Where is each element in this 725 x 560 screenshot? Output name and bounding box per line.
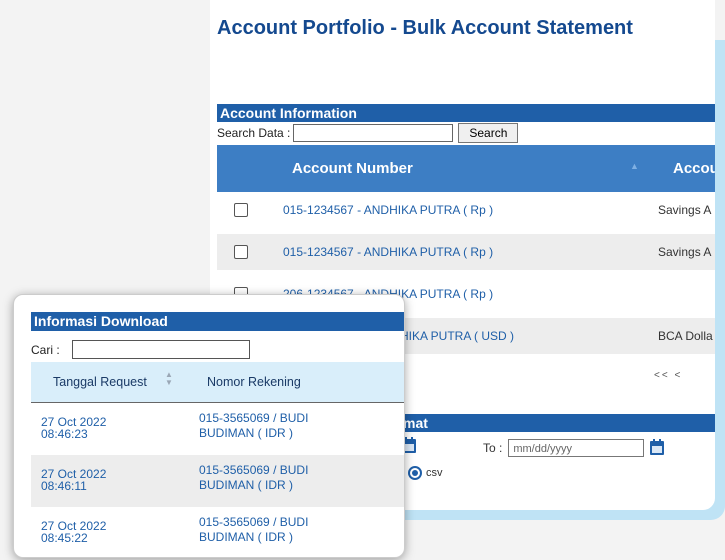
column-tanggal-request[interactable]: Tanggal Request [53, 375, 147, 389]
page-title: Account Portfolio - Bulk Account Stateme… [217, 17, 633, 39]
account-link[interactable]: 015-3565069 / BUDI BUDIMAN ( IDR ) [199, 411, 369, 441]
csv-radio[interactable] [408, 466, 422, 480]
account-number-link[interactable]: HIKA PUTRA ( USD ) [400, 329, 514, 343]
table-row: 27 Oct 2022 08:46:23 015-3565069 / BUDI … [31, 403, 404, 455]
row-checkbox[interactable] [234, 203, 248, 217]
sort-up-icon[interactable]: ▲ [630, 161, 639, 171]
search-row: Search Data : Search [217, 123, 519, 143]
popup-search-row: Cari : [31, 340, 250, 359]
account-type: Savings A [658, 203, 712, 217]
sort-icon[interactable]: ▲ ▼ [165, 371, 173, 387]
table-row: 015-1234567 - ANDHIKA PUTRA ( Rp ) Savin… [217, 192, 715, 228]
popup-search-label: Cari : [31, 342, 60, 357]
to-label: To : [483, 441, 503, 455]
search-input[interactable] [293, 124, 454, 142]
request-date-time: 08:46:23 [41, 427, 88, 441]
account-line2[interactable]: BUDIMAN ( IDR ) [199, 478, 293, 492]
csv-radio-row: csv [408, 466, 443, 480]
account-line2[interactable]: BUDIMAN ( IDR ) [199, 426, 293, 440]
account-link[interactable]: 015-3565069 / BUDI BUDIMAN ( IDR ) [199, 515, 369, 545]
account-number-link[interactable]: 015-1234567 - ANDHIKA PUTRA ( Rp ) [283, 203, 493, 217]
to-date-input[interactable]: mm/dd/yyyy [508, 439, 645, 457]
calendar-icon[interactable] [650, 439, 665, 455]
table-row: 015-1234567 - ANDHIKA PUTRA ( Rp ) Savin… [217, 234, 715, 270]
csv-label: csv [426, 467, 443, 479]
download-info-popup: Informasi Download Cari : Tanggal Reques… [13, 294, 405, 558]
account-type: Savings A [658, 245, 712, 259]
request-date-time: 08:46:11 [41, 479, 87, 493]
request-date: 27 Oct 2022 08:46:23 [41, 416, 141, 440]
search-button[interactable]: Search [458, 123, 519, 143]
account-line1[interactable]: 015-3565069 / BUDI [199, 411, 308, 425]
column-account-type[interactable]: Accou [673, 160, 715, 177]
account-line1[interactable]: 015-3565069 / BUDI [199, 515, 308, 529]
account-information-header: Account Information [217, 104, 715, 122]
pagination-prev[interactable]: << < [654, 370, 682, 381]
popup-title: Informasi Download [31, 312, 404, 331]
account-line2[interactable]: BUDIMAN ( IDR ) [199, 530, 293, 544]
request-date: 27 Oct 2022 08:46:11 [41, 468, 141, 492]
popup-search-input[interactable] [71, 340, 250, 359]
to-date-row: To : mm/dd/yyyy [483, 439, 665, 457]
account-number-link[interactable]: 015-1234567 - ANDHIKA PUTRA ( Rp ) [283, 245, 493, 259]
row-checkbox[interactable] [234, 245, 248, 259]
column-nomor-rekening[interactable]: Nomor Rekening [207, 375, 301, 389]
account-type: BCA Dolla [658, 329, 713, 343]
account-line1[interactable]: 015-3565069 / BUDI [199, 463, 308, 477]
search-label: Search Data : [217, 126, 291, 140]
request-date: 27 Oct 2022 08:45:22 [41, 520, 141, 544]
table-row: 27 Oct 2022 08:45:22 015-3565069 / BUDI … [31, 507, 404, 557]
popup-table-header: Tanggal Request ▲ ▼ Nomor Rekening [31, 362, 404, 403]
request-date-time: 08:45:22 [41, 531, 88, 545]
column-account-number[interactable]: Account Number [292, 160, 413, 177]
table-row: 27 Oct 2022 08:46:11 015-3565069 / BUDI … [31, 455, 404, 507]
account-link[interactable]: 015-3565069 / BUDI BUDIMAN ( IDR ) [199, 463, 369, 493]
account-table-header: Account Number ▲ Accou [217, 145, 715, 192]
